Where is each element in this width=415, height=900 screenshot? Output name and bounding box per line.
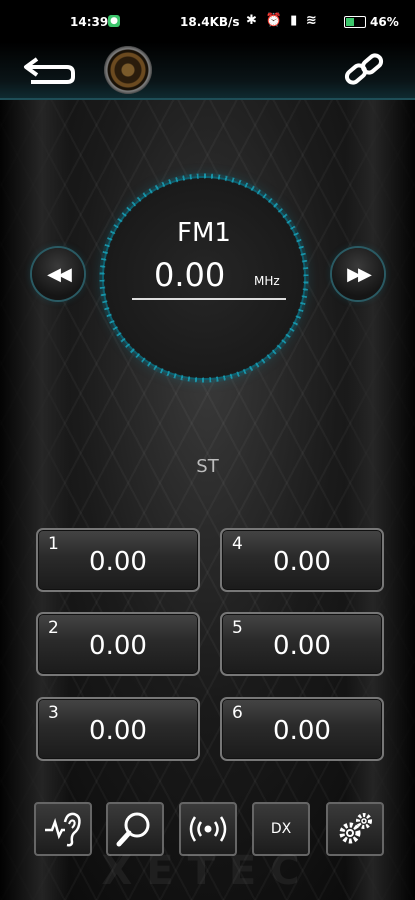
back-arrow-icon [24, 57, 75, 84]
preset-button-6[interactable]: 6 0.00 [220, 697, 384, 761]
status-time: 14:39 [70, 15, 109, 29]
app-header [0, 42, 415, 100]
preset-button-2[interactable]: 2 0.00 [36, 612, 200, 676]
seek-back-button[interactable]: ◀◀ [32, 248, 84, 300]
preset-frequency: 0.00 [273, 547, 331, 577]
bluetooth-icon: ✱ [246, 13, 259, 28]
preset-button-3[interactable]: 3 0.00 [36, 697, 200, 761]
wifi-icon: ≋ [305, 13, 319, 28]
background [0, 0, 415, 900]
ear-icon [45, 812, 81, 847]
stereo-indicator: ST [196, 456, 219, 477]
frequency-dial[interactable]: FM1 0.00 MHz [99, 173, 309, 383]
battery-icon [344, 16, 366, 28]
seek-forward-button[interactable]: ▶▶ [332, 248, 384, 300]
preset-button-4[interactable]: 4 0.00 [220, 528, 384, 592]
back-button[interactable] [20, 50, 80, 90]
background-panel-left [0, 95, 70, 900]
fast-forward-icon: ▶▶ [347, 263, 372, 285]
search-icon [116, 812, 150, 847]
frequency-value: 0.00 [154, 256, 226, 294]
brand-watermark: XETEC [101, 848, 314, 894]
status-bar: 14:39 ● 18.4KB/s ✱ ⏰ ▮ ≋ 46% [0, 0, 415, 42]
settings-icon [339, 813, 372, 844]
preset-frequency: 0.00 [273, 631, 331, 661]
preset-frequency: 0.00 [89, 716, 147, 746]
link-button[interactable] [340, 50, 388, 90]
dx-label: DX [270, 821, 292, 837]
battery-percent: 46% [370, 15, 399, 29]
preset-frequency: 0.00 [89, 547, 147, 577]
status-net-speed: 18.4KB/s [180, 15, 240, 29]
preset-frequency: 0.00 [273, 716, 331, 746]
preset-frequency: 0.00 [89, 631, 147, 661]
broadcast-icon [189, 816, 227, 842]
band-label: FM1 [177, 218, 231, 248]
rewind-icon: ◀◀ [47, 263, 72, 285]
background-panel-right [345, 95, 415, 900]
frequency-unit: MHz [254, 274, 280, 288]
speaker-icon[interactable] [104, 46, 152, 94]
battery-fill [346, 18, 355, 26]
status-icons: ✱ ⏰ ▮ ≋ [246, 13, 319, 28]
preset-button-5[interactable]: 5 0.00 [220, 612, 384, 676]
link-icon [344, 53, 384, 85]
preset-button-1[interactable]: 1 0.00 [36, 528, 200, 592]
notification-icon: ● [108, 15, 120, 27]
frequency-underline [132, 298, 286, 300]
signal-icon: ▮ [290, 13, 300, 28]
alarm-icon: ⏰ [265, 13, 284, 28]
